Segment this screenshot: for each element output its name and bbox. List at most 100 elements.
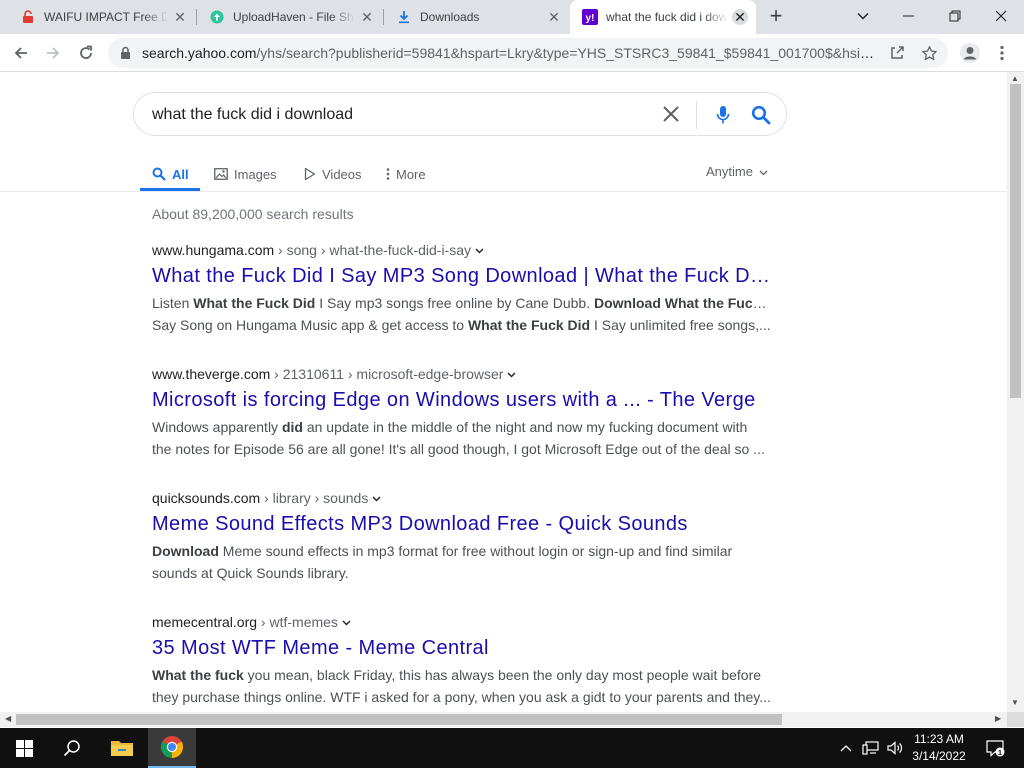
file-explorer-button[interactable] bbox=[98, 728, 146, 768]
show-hidden-icons[interactable] bbox=[836, 728, 856, 768]
play-icon bbox=[304, 167, 316, 181]
volume-icon[interactable] bbox=[884, 728, 906, 768]
chrome-taskbar-button[interactable] bbox=[148, 728, 196, 768]
snippet-highlight: What the Fuck Did bbox=[193, 295, 316, 311]
search-icon bbox=[152, 167, 166, 181]
network-icon[interactable] bbox=[860, 728, 882, 768]
back-button[interactable] bbox=[7, 39, 35, 67]
tab-all[interactable]: All bbox=[152, 158, 189, 190]
start-button[interactable] bbox=[0, 728, 48, 768]
notification-icon: 1 bbox=[986, 740, 1005, 757]
snippet-text: Listen bbox=[152, 295, 194, 311]
new-tab-button[interactable]: + bbox=[764, 5, 788, 29]
result-breadcrumb: › 21310611 › microsoft-edge-browser bbox=[270, 366, 504, 382]
result-url[interactable]: memecentral.org › wtf-memes bbox=[152, 614, 772, 630]
clear-icon[interactable] bbox=[662, 105, 680, 128]
snippet-highlight: What the fuck bbox=[152, 667, 244, 683]
minimize-button[interactable] bbox=[886, 0, 932, 32]
time-filter-dropdown[interactable]: Anytime bbox=[706, 164, 768, 179]
download-icon bbox=[396, 9, 412, 25]
scroll-right-arrow-icon[interactable]: ▶ bbox=[995, 714, 1001, 723]
search-input[interactable]: what the fuck did i download bbox=[152, 106, 353, 124]
close-tab-icon[interactable]: ✕ bbox=[172, 9, 188, 25]
tab-strip: WAIFU IMPACT Free Download ✕ UploadHaven… bbox=[0, 0, 1024, 34]
result-snippet: What the fuck you mean, black Friday, th… bbox=[152, 664, 772, 708]
tab-title: what the fuck did i download bbox=[606, 10, 728, 24]
horizontal-scroll-thumb[interactable] bbox=[16, 714, 782, 725]
tab-downloads[interactable]: Downloads ✕ bbox=[384, 0, 570, 34]
snippet-line: Windows apparently did an update in the … bbox=[152, 416, 772, 438]
result-title-link[interactable]: What the Fuck Did I Say MP3 Song Downloa… bbox=[152, 265, 772, 288]
chevron-down-icon[interactable] bbox=[372, 496, 381, 502]
tab-yahoo-search[interactable]: y! what the fuck did i download ✕ bbox=[570, 0, 756, 34]
scroll-up-arrow-icon[interactable]: ▲ bbox=[1011, 74, 1019, 83]
clock-date: 3/14/2022 bbox=[912, 749, 966, 763]
tab-search-button[interactable] bbox=[840, 0, 886, 32]
close-tab-icon[interactable]: ✕ bbox=[546, 9, 562, 25]
result-host: memecentral.org bbox=[152, 614, 258, 630]
snippet-text: an update in the middle of the night and… bbox=[302, 419, 748, 435]
clock[interactable]: 11:23 AM 3/14/2022 bbox=[906, 731, 972, 765]
chevron-down-icon[interactable] bbox=[507, 372, 516, 378]
tabs-divider bbox=[0, 191, 1007, 192]
snippet-text: they purchase things online. WTF i asked… bbox=[152, 689, 771, 705]
profile-button[interactable] bbox=[956, 39, 984, 67]
result-title-link[interactable]: 35 Most WTF Meme - Meme Central bbox=[152, 637, 772, 660]
tab-videos[interactable]: Videos bbox=[304, 158, 362, 190]
snippet-text: Meme sound effects in mp3 format for fre… bbox=[218, 543, 733, 559]
action-center-button[interactable]: 1 bbox=[980, 728, 1010, 768]
microphone-icon[interactable] bbox=[716, 105, 730, 130]
close-tab-icon[interactable]: ✕ bbox=[359, 9, 375, 25]
forward-button[interactable] bbox=[39, 39, 67, 67]
browser-toolbar: search.yahoo.com/yhs/search?publisherid=… bbox=[0, 34, 1024, 72]
search-box[interactable]: what the fuck did i download bbox=[133, 92, 787, 136]
search-result: memecentral.org › wtf-memes 35 Most WTF … bbox=[152, 614, 772, 708]
tab-waifu[interactable]: WAIFU IMPACT Free Download ✕ bbox=[8, 0, 196, 34]
bookmark-star-icon[interactable] bbox=[920, 44, 938, 62]
result-url[interactable]: quicksounds.com › library › sounds bbox=[152, 490, 772, 506]
snippet-text: sounds at Quick Sounds library. bbox=[152, 565, 349, 581]
tab-more[interactable]: More bbox=[386, 158, 426, 190]
result-url[interactable]: www.hungama.com › song › what-the-fuck-d… bbox=[152, 242, 772, 258]
lock-icon[interactable] bbox=[120, 46, 131, 65]
share-icon[interactable] bbox=[888, 44, 906, 62]
chevron-up-icon bbox=[840, 745, 852, 752]
result-title-link[interactable]: Microsoft is forcing Edge on Windows use… bbox=[152, 389, 772, 412]
horizontal-scrollbar[interactable]: ◀ ▶ bbox=[0, 712, 1007, 727]
close-tab-icon[interactable]: ✕ bbox=[732, 9, 748, 25]
chevron-down-icon[interactable] bbox=[342, 620, 351, 626]
tab-all-label: All bbox=[172, 166, 189, 182]
vertical-scrollbar[interactable]: ▲ ▼ bbox=[1007, 72, 1024, 712]
snippet-line: they purchase things online. WTF i asked… bbox=[152, 686, 772, 708]
search-icon bbox=[63, 740, 80, 757]
windows-taskbar: 11:23 AM 3/14/2022 1 bbox=[0, 728, 1024, 768]
menu-button[interactable] bbox=[988, 39, 1016, 67]
chevron-down-icon[interactable] bbox=[475, 248, 484, 254]
result-snippet: Download Meme sound effects in mp3 forma… bbox=[152, 540, 772, 584]
result-title-link[interactable]: Meme Sound Effects MP3 Download Free - Q… bbox=[152, 513, 772, 536]
vertical-scroll-thumb[interactable] bbox=[1010, 84, 1021, 398]
result-url[interactable]: www.theverge.com › 21310611 › microsoft-… bbox=[152, 366, 772, 382]
result-breadcrumb: › wtf-memes bbox=[257, 614, 338, 630]
taskbar-search-button[interactable] bbox=[48, 728, 96, 768]
tab-images[interactable]: Images bbox=[214, 158, 277, 190]
tab-images-label: Images bbox=[234, 166, 277, 182]
restore-button[interactable] bbox=[932, 0, 978, 32]
tab-uploadhaven[interactable]: UploadHaven - File Sharing ✕ bbox=[197, 0, 383, 34]
reload-button[interactable] bbox=[72, 39, 100, 67]
snippet-text: Windows apparently bbox=[152, 419, 282, 435]
restore-icon bbox=[949, 10, 961, 22]
search-icon[interactable] bbox=[751, 105, 771, 130]
result-breadcrumb: › song › what-the-fuck-did-i-say bbox=[274, 242, 472, 258]
address-bar[interactable]: search.yahoo.com/yhs/search?publisherid=… bbox=[108, 38, 948, 68]
svg-text:y!: y! bbox=[586, 13, 595, 24]
chevron-down-icon bbox=[759, 170, 768, 175]
yahoo-icon: y! bbox=[582, 9, 598, 25]
scroll-down-arrow-icon[interactable]: ▼ bbox=[1011, 698, 1019, 707]
snippet-text: you mean, black Friday, this has always … bbox=[243, 667, 762, 683]
scroll-left-arrow-icon[interactable]: ◀ bbox=[5, 714, 11, 723]
snippet-highlight: Download What the Fuck Did bbox=[593, 295, 772, 311]
avatar-icon bbox=[960, 43, 980, 63]
close-window-button[interactable] bbox=[978, 0, 1024, 32]
reload-icon bbox=[80, 45, 92, 59]
